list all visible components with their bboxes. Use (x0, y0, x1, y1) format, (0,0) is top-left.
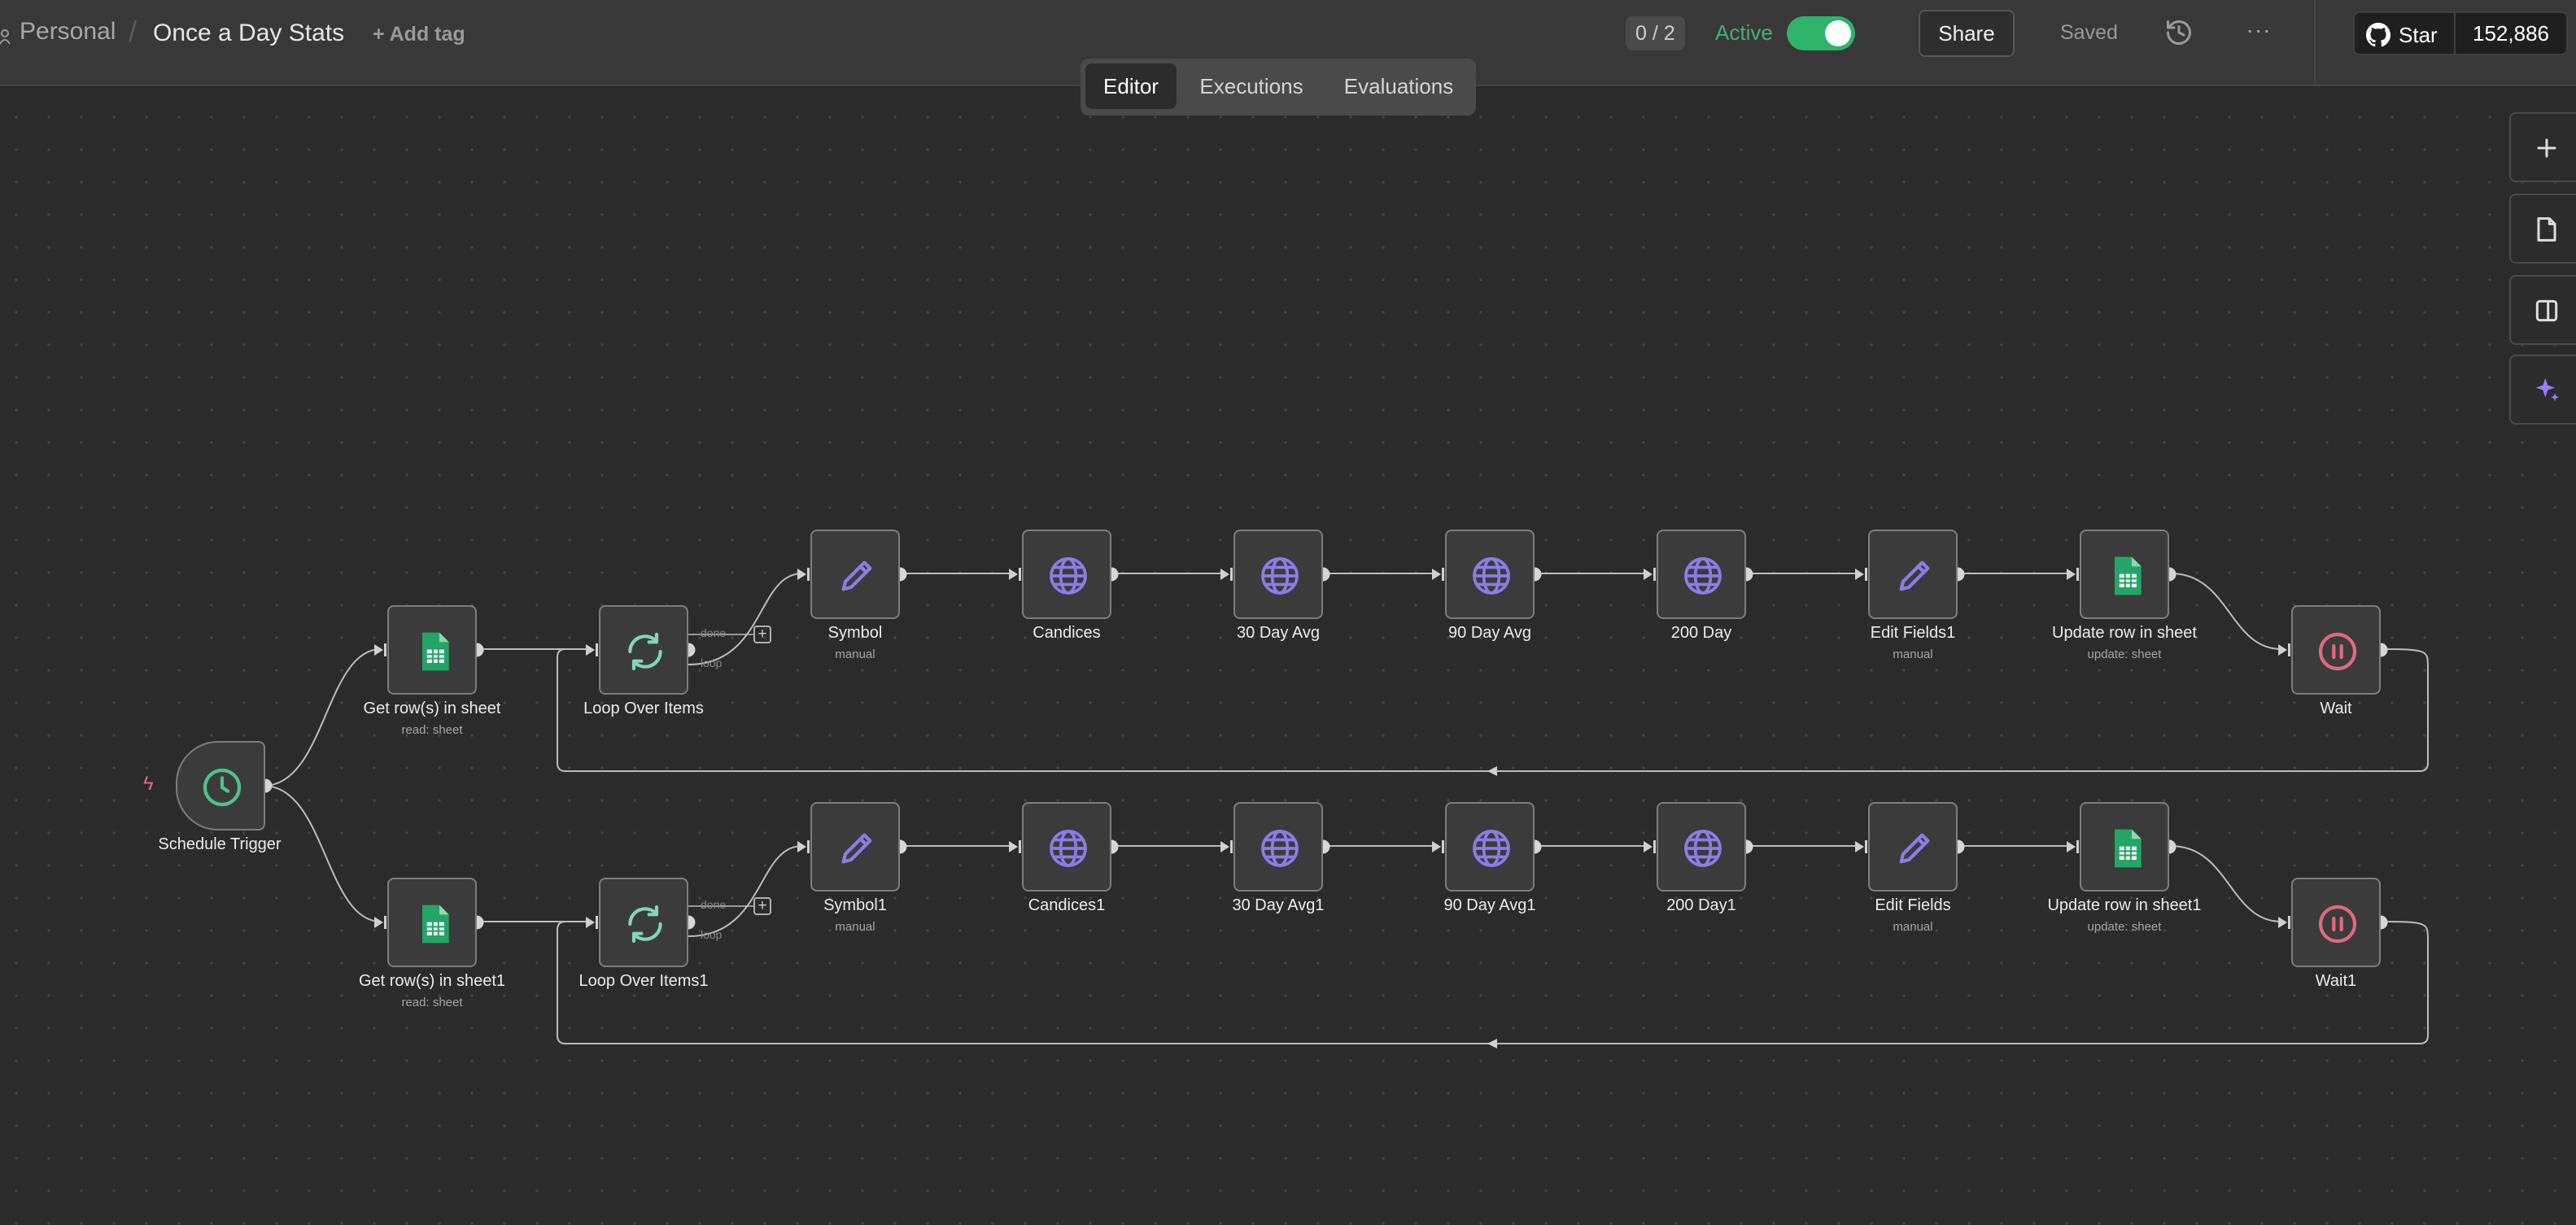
node-edit-fields1[interactable] (1868, 530, 1958, 619)
node-label: Wait (2320, 700, 2352, 717)
node-subtitle: manual (835, 647, 875, 661)
node-label: Wait1 (2315, 972, 2357, 990)
input-port-marker (797, 840, 810, 853)
sheets-icon (422, 632, 449, 671)
globe-icon (1684, 830, 1722, 867)
node-get-rows1[interactable] (387, 878, 477, 967)
pause-icon (2318, 905, 2357, 944)
globe-icon (1473, 830, 1510, 867)
node-label: Loop Over Items (583, 700, 704, 717)
node-label: Update row in sheet1 (2047, 896, 2202, 914)
node-label: Loop Over Items1 (579, 972, 709, 990)
node-label: 200 Day1 (1666, 896, 1736, 914)
pencil-icon (841, 560, 872, 591)
node-schedule-trigger[interactable] (176, 741, 265, 830)
node-label: Candices1 (1028, 896, 1106, 914)
globe-icon (1473, 557, 1510, 595)
node-label: 30 Day Avg1 (1232, 896, 1325, 914)
node-edit-fields[interactable] (1868, 802, 1958, 892)
node-label: Candices (1033, 624, 1101, 642)
input-port-marker (1855, 840, 1867, 853)
globe-icon (1261, 830, 1299, 867)
node-label: Edit Fields1 (1870, 624, 1956, 642)
node-label: Edit Fields (1875, 896, 1951, 914)
input-port-marker (1220, 568, 1233, 581)
node-label: Schedule Trigger (158, 835, 282, 853)
sheets-icon (2115, 829, 2142, 868)
input-port-marker (1855, 568, 1867, 581)
input-port-marker (2067, 568, 2079, 581)
node-wait[interactable] (2291, 605, 2381, 695)
input-port-marker (2067, 840, 2079, 853)
node-candices1[interactable] (1022, 802, 1111, 892)
input-port-marker (1644, 568, 1656, 581)
input-port-marker (1644, 840, 1656, 853)
node-label: 90 Day Avg (1448, 624, 1531, 642)
node-subtitle: update: sheet (2087, 647, 2162, 661)
edge-wait1-loopback (557, 921, 2429, 1044)
sheets-icon (422, 905, 449, 944)
input-port-marker (374, 643, 386, 656)
node-label: Get row(s) in sheet (363, 700, 501, 717)
globe-icon (1261, 557, 1299, 595)
globe-icon (1050, 830, 1087, 867)
port-done-label: done (701, 626, 727, 639)
node-30-day-avg[interactable] (1233, 530, 1323, 619)
input-port-marker (586, 916, 598, 929)
node-200-day[interactable] (1657, 530, 1746, 619)
node-symbol1[interactable] (810, 802, 900, 892)
node-label: Update row in sheet (2052, 624, 2197, 642)
node-90-day-avg[interactable] (1445, 530, 1535, 619)
edge-wait-loopback (557, 648, 2429, 772)
input-port-marker (586, 643, 598, 656)
node-symbol[interactable] (810, 530, 900, 619)
pencil-icon (841, 833, 872, 864)
node-loop-over-items1[interactable] (599, 878, 688, 967)
node-subtitle: manual (835, 920, 875, 934)
input-port-marker (374, 916, 386, 929)
input-port-marker (1432, 840, 1444, 853)
node-wait1[interactable] (2291, 878, 2381, 967)
node-label: Symbol (827, 624, 883, 642)
input-port-marker (1009, 840, 1021, 853)
input-port-marker (797, 568, 810, 581)
node-200-day1[interactable] (1657, 802, 1746, 892)
input-port-marker (1220, 840, 1233, 853)
node-label: 200 Day (1670, 624, 1732, 642)
node-subtitle: update: sheet (2087, 920, 2162, 934)
node-update-row1[interactable] (2080, 802, 2169, 892)
pause-icon (2318, 632, 2357, 671)
node-subtitle: manual (1893, 920, 1933, 934)
port-loop-label: loop (701, 928, 723, 941)
node-label: Symbol1 (823, 896, 887, 914)
node-label: Get row(s) in sheet1 (358, 972, 506, 990)
port-loop-label: loop (701, 656, 723, 669)
node-subtitle: read: sheet (401, 723, 463, 737)
pencil-icon (1899, 560, 1930, 591)
node-subtitle: manual (1893, 647, 1933, 661)
node-label: 90 Day Avg1 (1443, 896, 1536, 914)
node-90-day-avg1[interactable] (1445, 802, 1535, 892)
node-subtitle: read: sheet (401, 996, 463, 1009)
node-label: 30 Day Avg (1237, 624, 1320, 642)
loop-icon (628, 905, 662, 944)
clock-icon (203, 768, 242, 807)
globe-icon (1050, 557, 1087, 595)
node-update-row[interactable] (2080, 530, 2169, 619)
node-get-rows[interactable] (387, 605, 477, 695)
trigger-bolt-icon: ϟ (143, 773, 154, 795)
node-loop-over-items[interactable] (599, 605, 688, 695)
node-candices[interactable] (1022, 530, 1111, 619)
globe-icon (1684, 557, 1722, 595)
input-port-marker (2278, 643, 2290, 656)
node-30-day-avg1[interactable] (1233, 802, 1323, 892)
sheets-icon (2115, 556, 2142, 595)
port-done-label: done (701, 898, 727, 911)
pencil-icon (1899, 833, 1930, 864)
input-port-marker (2278, 916, 2290, 929)
loop-icon (628, 632, 662, 671)
input-port-marker (1009, 568, 1021, 581)
input-port-marker (1432, 568, 1444, 581)
